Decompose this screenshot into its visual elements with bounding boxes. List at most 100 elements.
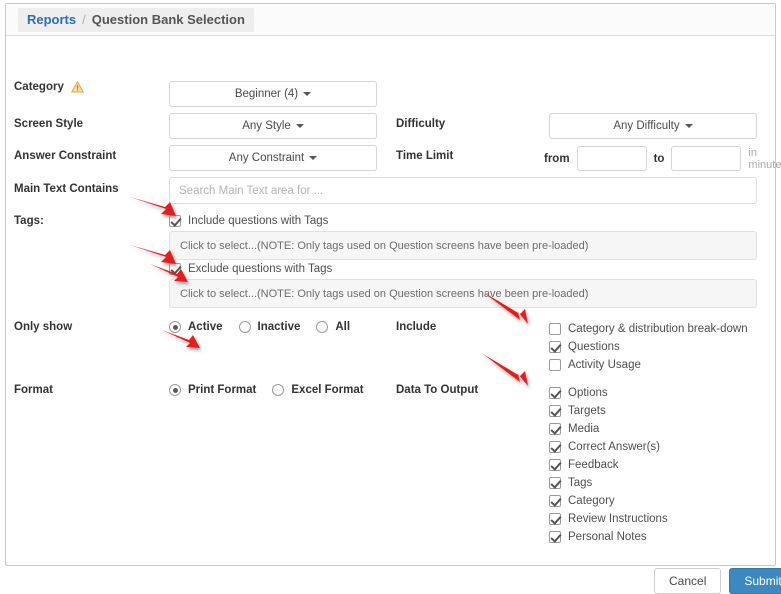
only-show-label: Only show (14, 321, 73, 333)
breadcrumb-separator: / (82, 11, 86, 27)
breadcrumb-root-link[interactable]: Reports (27, 12, 76, 27)
exclude-tags-label: Exclude questions with Tags (188, 263, 333, 275)
screen-style-dropdown[interactable]: Any Style (169, 113, 377, 139)
field-screen-style-label: Screen Style (14, 118, 83, 130)
time-limit-unit-label: in minutes (748, 146, 781, 171)
include-tags-select[interactable]: Click to select...(NOTE: Only tags used … (169, 231, 757, 260)
main-text-label: Main Text Contains (14, 183, 119, 195)
format-option-print[interactable]: Print Format (169, 384, 256, 396)
checkbox-icon (549, 495, 561, 507)
breadcrumb: Reports / Question Bank Selection (18, 7, 254, 32)
include-checkbox-group: Category & distribution break-down Quest… (549, 320, 748, 374)
answer-constraint-dropdown[interactable]: Any Constraint (169, 145, 377, 171)
data-output-option-label: Options (568, 387, 608, 399)
checkbox-icon (549, 441, 561, 453)
data-output-option-targets[interactable]: Targets (549, 402, 668, 420)
time-limit-from-label: from (544, 152, 570, 165)
include-option-label: Activity Usage (568, 359, 641, 371)
data-output-option-correct-answers[interactable]: Correct Answer(s) (549, 438, 668, 456)
data-output-option-media[interactable]: Media (549, 420, 668, 438)
data-output-option-tags[interactable]: Tags (549, 474, 668, 492)
radio-icon (316, 321, 329, 333)
report-panel: Reports / Question Bank Selection Catego… (5, 3, 781, 594)
include-tags-select-text: Click to select...(NOTE: Only tags used … (180, 239, 589, 252)
field-include-label: Include (396, 321, 436, 333)
exclude-tags-select[interactable]: Click to select...(NOTE: Only tags used … (169, 279, 757, 308)
chevron-down-icon (303, 92, 312, 96)
answer-constraint-dropdown-value: Any Constraint (228, 152, 305, 164)
main-text-input[interactable] (169, 177, 757, 204)
time-limit-to-label: to (653, 152, 665, 165)
radio-icon (238, 321, 251, 333)
data-output-option-label: Targets (568, 405, 606, 417)
data-to-output-label: Data To Output (396, 384, 479, 396)
difficulty-label: Difficulty (396, 118, 446, 130)
only-show-option-inactive[interactable]: Inactive (238, 321, 301, 333)
difficulty-dropdown[interactable]: Any Difficulty (549, 113, 757, 139)
only-show-option-all[interactable]: All (316, 321, 350, 333)
format-option-excel[interactable]: Excel Format (272, 384, 364, 396)
only-show-option-label: Active (188, 321, 223, 333)
chevron-down-icon (684, 124, 693, 128)
only-show-radio-group: Active Inactive All (169, 321, 350, 333)
format-radio-group: Print Format Excel Format (169, 384, 364, 396)
time-limit-from-input[interactable] (576, 146, 647, 171)
data-output-option-personal-notes[interactable]: Personal Notes (549, 528, 668, 546)
checkbox-icon (549, 405, 561, 417)
exclude-tags-checkbox[interactable]: Exclude questions with Tags (169, 263, 332, 275)
checkbox-icon (549, 513, 561, 525)
data-output-option-label: Personal Notes (568, 531, 647, 543)
field-difficulty-label: Difficulty (396, 118, 445, 130)
include-option-label: Questions (568, 341, 620, 353)
checkbox-icon (549, 323, 561, 335)
breadcrumb-bar: Reports / Question Bank Selection (6, 4, 775, 36)
include-label: Include (396, 321, 437, 333)
difficulty-dropdown-value: Any Difficulty (613, 120, 680, 132)
data-output-option-label: Category (568, 495, 615, 507)
time-limit-label: Time Limit (396, 150, 454, 162)
radio-icon (272, 384, 285, 396)
include-tags-checkbox[interactable]: Include questions with Tags (169, 215, 328, 227)
checkbox-icon (549, 359, 561, 371)
data-output-option-options[interactable]: Options (549, 384, 668, 402)
only-show-option-label: All (335, 321, 351, 333)
checkbox-icon (549, 423, 561, 435)
warning-triangle-icon (71, 81, 84, 93)
format-option-label: Print Format (188, 384, 257, 396)
exclude-tags-select-text: Click to select...(NOTE: Only tags used … (180, 287, 589, 300)
data-output-option-label: Media (568, 423, 600, 435)
screen-style-dropdown-value: Any Style (242, 120, 291, 132)
chevron-down-icon (295, 124, 304, 128)
footer-actions: Cancel Submit (654, 568, 781, 594)
submit-button[interactable]: Submit (729, 568, 781, 594)
data-output-option-category[interactable]: Category (549, 492, 668, 510)
only-show-option-label: Inactive (257, 321, 301, 333)
data-output-option-label: Review Instructions (568, 513, 668, 525)
include-option-questions[interactable]: Questions (549, 338, 748, 356)
field-main-text-label: Main Text Contains (14, 183, 119, 195)
field-tags-label: Tags: (14, 215, 44, 227)
include-option-category-breakdown[interactable]: Category & distribution break-down (549, 320, 748, 338)
time-limit-to-input[interactable] (671, 146, 742, 171)
time-limit-controls: from to in minutes (544, 146, 781, 171)
checkbox-icon (549, 477, 561, 489)
include-tags-label: Include questions with Tags (188, 215, 329, 227)
checkbox-icon (549, 387, 561, 399)
category-dropdown[interactable]: Beginner (4) (169, 81, 377, 107)
data-output-option-review-instructions[interactable]: Review Instructions (549, 510, 668, 528)
checkbox-icon (549, 341, 561, 353)
tags-label: Tags: (14, 215, 44, 227)
screen-style-label: Screen Style (14, 118, 84, 130)
include-option-activity-usage[interactable]: Activity Usage (549, 356, 748, 374)
only-show-option-active[interactable]: Active (169, 321, 223, 333)
checkbox-icon (549, 531, 561, 543)
field-time-limit-label: Time Limit (396, 150, 453, 162)
cancel-button[interactable]: Cancel (654, 568, 722, 594)
radio-icon (169, 384, 181, 396)
field-data-to-output-label: Data To Output (396, 384, 478, 396)
field-format-label: Format (14, 384, 53, 396)
data-to-output-checkbox-group: Options Targets Media Correct Answer(s) … (549, 384, 668, 546)
radio-icon (169, 321, 181, 333)
answer-constraint-label: Answer Constraint (14, 150, 117, 162)
data-output-option-feedback[interactable]: Feedback (549, 456, 668, 474)
